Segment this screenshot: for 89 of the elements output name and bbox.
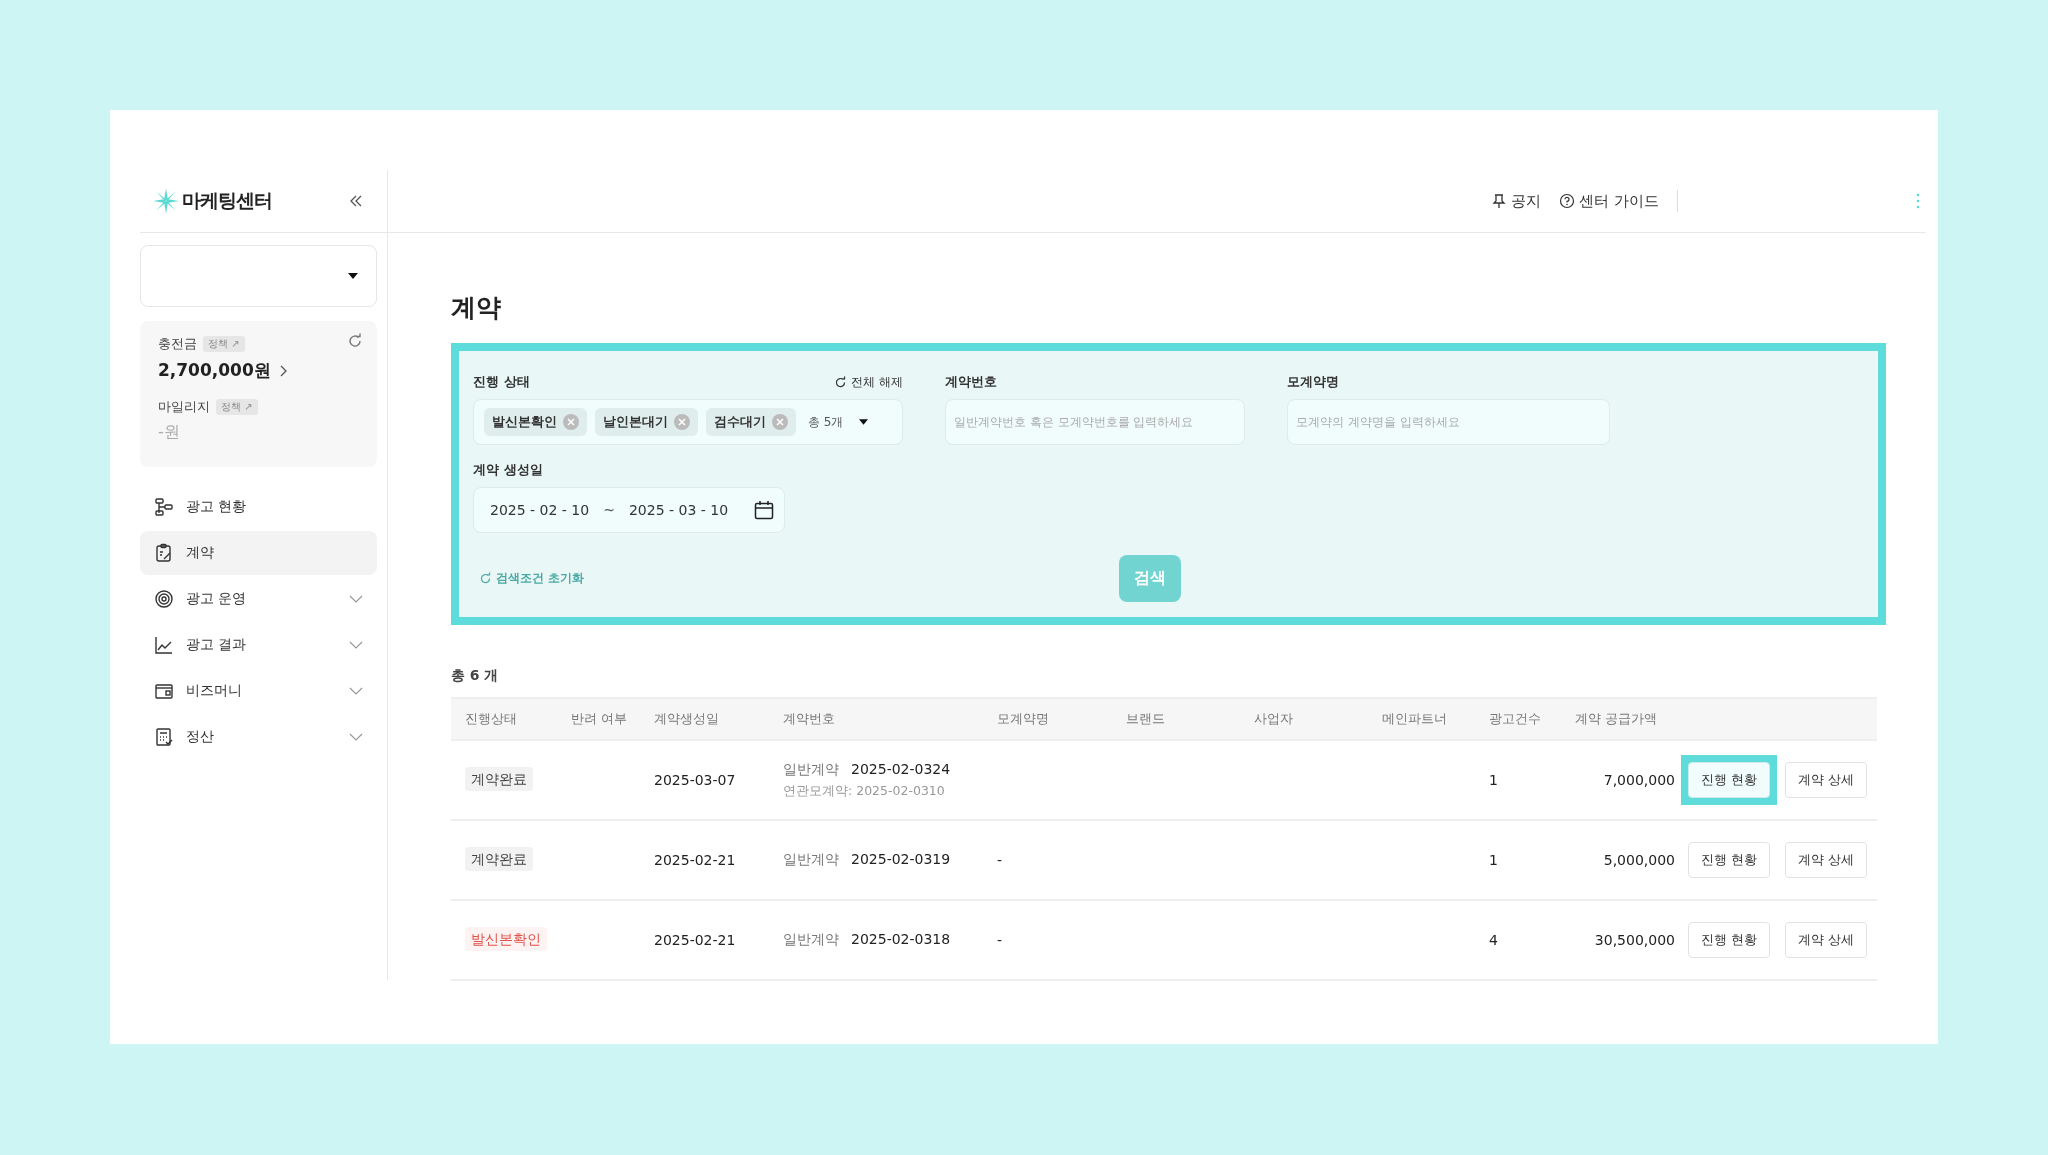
sidebar-item[interactable]: 계약 <box>140 531 377 575</box>
chevron-down-icon <box>349 595 363 603</box>
status-chip[interactable]: 날인본대기 <box>595 408 698 436</box>
sidebar-item[interactable]: 광고 결과 <box>140 623 377 667</box>
guide-link[interactable]: 센터 가이드 <box>1559 191 1659 211</box>
wallet-icon <box>154 681 174 701</box>
date-range-field[interactable]: 2025 - 02 - 10 ~ 2025 - 03 - 10 <box>473 487 785 533</box>
clear-all-button[interactable]: 전체 해제 <box>834 373 903 391</box>
charge-label: 충전금 <box>158 335 197 353</box>
detail-button[interactable]: 계약 상세 <box>1785 842 1867 878</box>
column-header: 메인파트너 <box>1382 710 1448 728</box>
collapse-icon[interactable] <box>349 195 363 207</box>
mileage-amount: -원 <box>158 422 181 443</box>
help-icon <box>1559 193 1576 209</box>
column-header: 모계약명 <box>997 710 1050 728</box>
result-count: 총 6 개 <box>451 667 500 685</box>
calculator-icon <box>154 727 174 747</box>
contract-type: 일반계약 <box>783 931 839 949</box>
contract-number-input[interactable]: 일반계약번호 혹은 모계약번호를 입력하세요 <box>945 399 1245 445</box>
table-cell-text: 2025-02-21 <box>654 852 737 868</box>
column-header: 반려 여부 <box>571 710 629 728</box>
status-select[interactable]: 발신본확인 날인본대기 검수대기 총 5개 <box>473 399 903 445</box>
field-label: 계약번호 <box>945 373 997 391</box>
contract-number: 2025-02-0318 <box>851 931 951 949</box>
refresh-icon[interactable] <box>347 333 363 349</box>
target-icon <box>154 589 174 609</box>
refresh-icon <box>834 375 848 389</box>
brand-title: 마케팅센터 <box>182 188 272 213</box>
dropdown-icon <box>348 273 358 279</box>
field-label: 계약 생성일 <box>473 461 543 479</box>
mileage-label: 마일리지 <box>158 398 210 416</box>
column-header: 진행상태 <box>465 710 518 728</box>
pin-icon <box>1491 193 1508 209</box>
detail-button[interactable]: 계약 상세 <box>1785 762 1867 798</box>
status-badge: 계약완료 <box>465 847 533 871</box>
contract-number: 2025-02-0319 <box>851 851 951 869</box>
status-badge: 계약완료 <box>465 767 533 791</box>
remove-icon[interactable] <box>772 414 788 430</box>
sidebar-item[interactable]: 정산 <box>140 715 377 759</box>
status-chip[interactable]: 발신본확인 <box>484 408 587 436</box>
progress-button[interactable]: 진행 현황 <box>1688 842 1770 878</box>
contract-type: 일반계약 <box>783 760 839 779</box>
status-chip[interactable]: 검수대기 <box>706 408 796 436</box>
calendar-icon[interactable] <box>754 500 774 520</box>
table-cell: 7,000,000 <box>1603 772 1675 788</box>
dropdown-icon <box>859 419 869 425</box>
parent-contract-input[interactable]: 모계약의 계약명을 입력하세요 <box>1287 399 1610 445</box>
flowchart-icon <box>154 497 174 517</box>
related-contract: 연관모계약: 2025-02-0310 <box>783 782 946 800</box>
charge-amount: 2,700,000원 <box>158 359 271 382</box>
table-cell: 4 <box>1489 932 1498 948</box>
column-header: 계약생성일 <box>654 710 720 728</box>
column-header: 사업자 <box>1254 710 1294 728</box>
table-cell: 5,000,000 <box>1603 852 1675 868</box>
clipboard-icon <box>154 543 174 563</box>
table-cell-text: 2025-02-21 <box>654 932 737 948</box>
progress-button[interactable]: 진행 현황 <box>1688 762 1770 798</box>
refresh-icon <box>479 572 492 585</box>
table-cell: - <box>997 852 1003 868</box>
table-cell: 30,500,000 <box>1594 932 1675 948</box>
contract-number: 2025-02-0324 <box>851 760 951 779</box>
chevron-down-icon <box>349 733 363 741</box>
column-header: 계약번호 <box>783 710 836 728</box>
sidebar-item[interactable]: 광고 현황 <box>140 485 377 529</box>
chevron-down-icon <box>349 687 363 695</box>
sidebar-item[interactable]: 광고 운영 <box>140 577 377 621</box>
field-label: 진행 상태 <box>473 373 530 391</box>
sidebar-item[interactable]: 비즈머니 <box>140 669 377 713</box>
remove-icon[interactable] <box>563 414 579 430</box>
remove-icon[interactable] <box>674 414 690 430</box>
status-badge: 발신본확인 <box>465 927 547 951</box>
progress-button[interactable]: 진행 현황 <box>1688 922 1770 958</box>
notice-link[interactable]: 공지 <box>1491 191 1542 211</box>
account-select[interactable] <box>140 245 377 307</box>
column-header: 브랜드 <box>1126 710 1166 728</box>
table-cell: - <box>997 932 1003 948</box>
column-header: 광고건수 <box>1489 710 1542 728</box>
table-cell-text: 2025-03-07 <box>654 772 737 788</box>
more-icon[interactable] <box>1916 193 1920 209</box>
page-title: 계약 <box>451 292 502 324</box>
table-cell: 1 <box>1489 852 1498 868</box>
chevron-right-icon[interactable] <box>278 364 287 377</box>
table-cell: 1 <box>1489 772 1498 788</box>
column-header: 계약 공급가액 <box>1575 710 1659 728</box>
line-chart-icon <box>154 635 174 655</box>
chevron-down-icon <box>349 641 363 649</box>
contract-type: 일반계약 <box>783 851 839 869</box>
detail-button[interactable]: 계약 상세 <box>1785 922 1867 958</box>
field-label: 모계약명 <box>1287 373 1339 391</box>
